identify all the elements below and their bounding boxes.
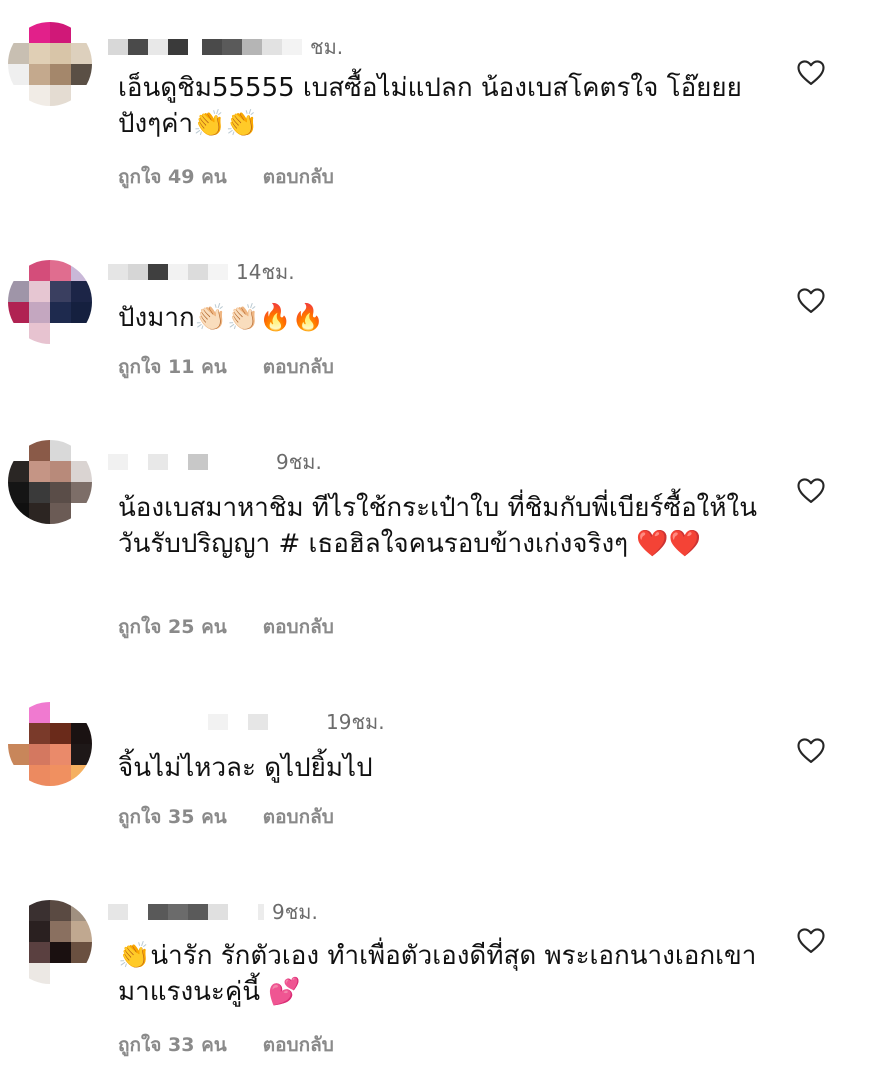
like-count[interactable]: ถูกใจ 11 คน xyxy=(118,356,227,378)
username-row: 9ชม. xyxy=(108,450,322,474)
comment-text: จิ้นไม่ไหวละ ดูไปยิ้มไป xyxy=(118,753,373,783)
username-redacted[interactable] xyxy=(108,714,318,730)
reply-button[interactable]: ตอบกลับ xyxy=(263,356,334,378)
comment-meta: ถูกใจ 11 คน ตอบกลับ xyxy=(118,352,334,382)
username-redacted[interactable] xyxy=(108,39,302,55)
comment-meta: ถูกใจ 33 คน ตอบกลับ xyxy=(118,1030,334,1060)
comment-meta: ถูกใจ 25 คน ตอบกลับ xyxy=(118,612,334,642)
comment-text: ปังมาก👏🏻👏🏻🔥🔥 xyxy=(118,303,325,333)
timestamp: ชม. xyxy=(310,35,344,59)
username-row: 19ชม. xyxy=(108,710,385,734)
avatar[interactable] xyxy=(8,900,92,984)
reply-button[interactable]: ตอบกลับ xyxy=(263,1034,334,1056)
reply-button[interactable]: ตอบกลับ xyxy=(263,166,334,188)
timestamp: 14ชม. xyxy=(236,260,295,284)
heart-outline-icon[interactable] xyxy=(796,736,826,764)
comment-meta: ถูกใจ 49 คน ตอบกลับ xyxy=(118,162,334,192)
like-count[interactable]: ถูกใจ 49 คน xyxy=(118,166,227,188)
heart-outline-icon[interactable] xyxy=(796,286,826,314)
like-count[interactable]: ถูกใจ 35 คน xyxy=(118,806,227,828)
avatar[interactable] xyxy=(8,440,92,524)
username-row: 14ชม. xyxy=(108,260,295,284)
avatar[interactable] xyxy=(8,22,92,106)
avatar[interactable] xyxy=(8,702,92,786)
heart-outline-icon[interactable] xyxy=(796,476,826,504)
username-row: ชม. xyxy=(108,35,343,59)
comment-meta: ถูกใจ 35 คน ตอบกลับ xyxy=(118,802,334,832)
reply-button[interactable]: ตอบกลับ xyxy=(263,616,334,638)
comment-text: น้องเบสมาหาชิม ทีไรใช้กระเป๋าใบ ที่ชิมกั… xyxy=(118,493,757,559)
avatar[interactable] xyxy=(8,260,92,344)
heart-outline-icon[interactable] xyxy=(796,926,826,954)
username-row: 9ชม. xyxy=(108,900,318,924)
like-count[interactable]: ถูกใจ 25 คน xyxy=(118,616,227,638)
timestamp: 9ชม. xyxy=(276,450,322,474)
username-redacted[interactable] xyxy=(108,904,264,920)
heart-outline-icon[interactable] xyxy=(796,58,826,86)
timestamp: 19ชม. xyxy=(326,710,385,734)
username-redacted[interactable] xyxy=(108,454,268,470)
comment-text: 👏น่ารัก รักตัวเอง ทำเพื่อตัวเองดีที่สุด … xyxy=(118,941,757,1007)
like-count[interactable]: ถูกใจ 33 คน xyxy=(118,1034,227,1056)
reply-button[interactable]: ตอบกลับ xyxy=(263,806,334,828)
username-redacted[interactable] xyxy=(108,264,228,280)
timestamp: 9ชม. xyxy=(272,900,318,924)
comment-text: เอ็นดูชิม55555 เบสซื้อไม่แปลก น้องเบสโคต… xyxy=(118,73,742,139)
